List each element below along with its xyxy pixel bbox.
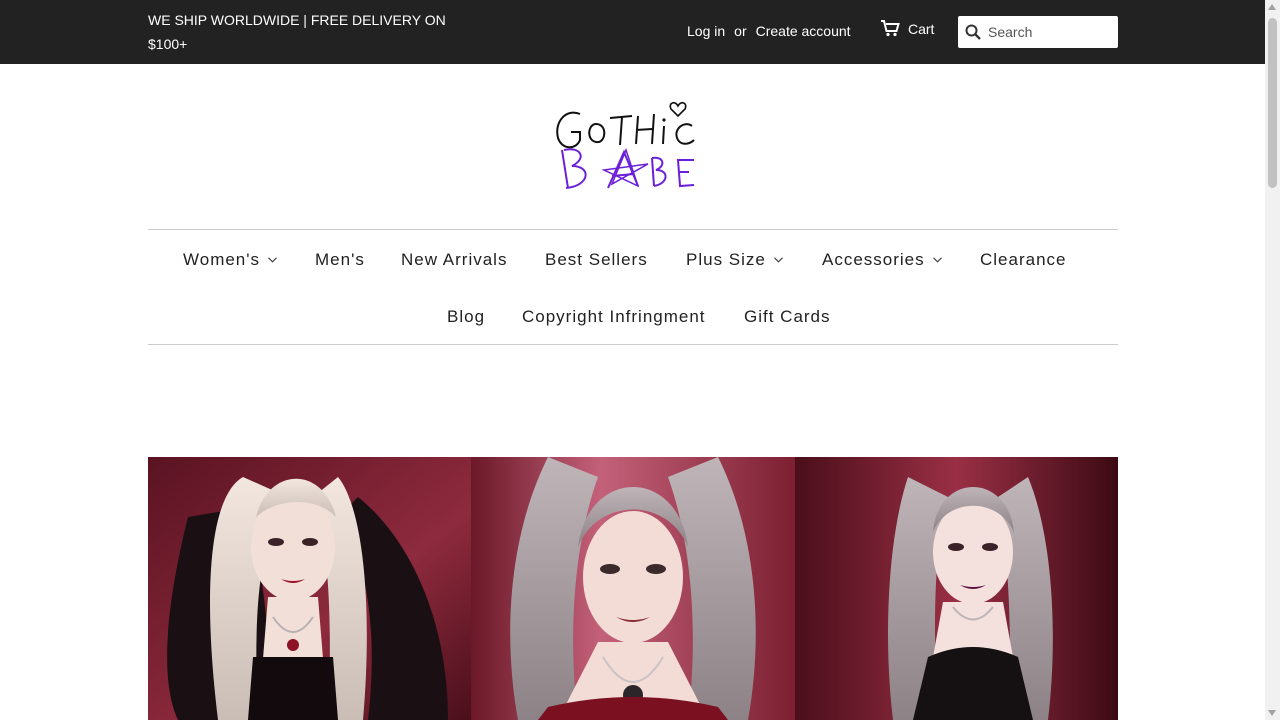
scrollbar[interactable] — [1265, 0, 1280, 720]
hero-banner[interactable] — [148, 457, 1118, 720]
login-link[interactable]: Log in — [687, 23, 725, 39]
nav-womens[interactable]: Women's — [183, 250, 277, 270]
shipping-notice: WE SHIP WORLDWIDE | FREE DELIVERY ON $10… — [148, 12, 446, 52]
nav-gift-cards[interactable]: Gift Cards — [744, 307, 831, 327]
search-input[interactable] — [988, 24, 1112, 40]
search-box — [958, 16, 1118, 48]
nav-copyright-label: Copyright Infringment — [522, 307, 706, 326]
nav-new-arrivals-label: New Arrivals — [401, 250, 508, 269]
scrollbar-thumb[interactable] — [1268, 18, 1277, 188]
main-navigation: Women's Men's New Arrivals Best Sellers … — [148, 229, 1118, 345]
nav-mens[interactable]: Men's — [315, 250, 365, 270]
nav-best-sellers-label: Best Sellers — [545, 250, 648, 269]
logo-image — [556, 101, 695, 189]
nav-clearance-label: Clearance — [980, 250, 1067, 269]
account-links: Log in or Create account — [687, 22, 851, 40]
or-text: or — [734, 23, 747, 39]
nav-womens-label: Women's — [183, 250, 261, 269]
nav-best-sellers[interactable]: Best Sellers — [545, 250, 648, 270]
store-logo[interactable] — [552, 92, 718, 196]
nav-accessories-label: Accessories — [822, 250, 925, 269]
chevron-down-icon — [773, 257, 783, 263]
nav-plus-size-label: Plus Size — [686, 250, 766, 269]
nav-accessories[interactable]: Accessories — [822, 250, 942, 270]
search-icon[interactable] — [958, 24, 988, 40]
nav-clearance[interactable]: Clearance — [980, 250, 1067, 270]
scroll-up-icon[interactable] — [1268, 4, 1276, 10]
nav-mens-label: Men's — [315, 250, 365, 269]
cart-link[interactable]: Cart — [880, 20, 934, 37]
cart-label: Cart — [908, 20, 935, 37]
hero-image — [148, 457, 1118, 720]
nav-new-arrivals[interactable]: New Arrivals — [401, 250, 507, 270]
nav-blog-label: Blog — [447, 307, 486, 326]
top-bar: WE SHIP WORLDWIDE | FREE DELIVERY ON $10… — [0, 0, 1265, 64]
chevron-down-icon — [932, 257, 942, 263]
chevron-down-icon — [268, 257, 277, 263]
nav-copyright[interactable]: Copyright Infringment — [522, 307, 706, 327]
nav-plus-size[interactable]: Plus Size — [686, 250, 783, 270]
scroll-down-icon[interactable] — [1268, 710, 1276, 716]
nav-gift-cards-label: Gift Cards — [744, 307, 831, 326]
nav-blog[interactable]: Blog — [447, 307, 485, 327]
cart-icon — [881, 20, 900, 37]
create-account-link[interactable]: Create account — [756, 23, 851, 39]
